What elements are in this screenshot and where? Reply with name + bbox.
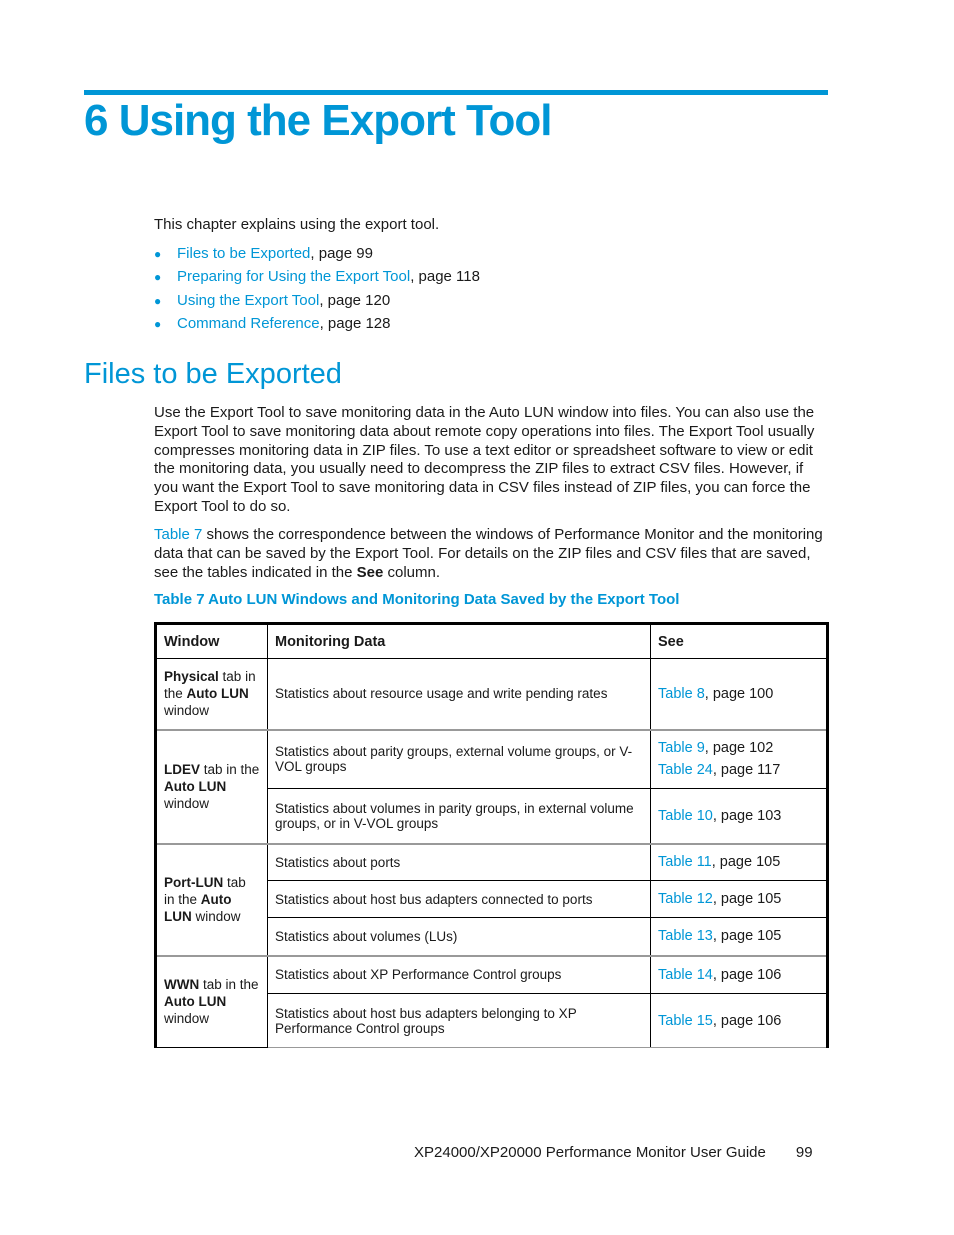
see-reference: Table 12, page 105 bbox=[658, 888, 819, 910]
table-row: LDEV tab in the Auto LUN window Statistic… bbox=[155, 728, 828, 844]
see-cell: Table 14, page 106 bbox=[650, 954, 828, 994]
monitoring-data-cell: Statistics about resource usage and writ… bbox=[267, 658, 651, 730]
bullet-icon: ● bbox=[154, 270, 162, 285]
see-reference: Table 11, page 105 bbox=[658, 851, 819, 873]
toc-item: ● Files to be Exported, page 99 bbox=[154, 244, 480, 267]
page-number: 99 bbox=[795, 1144, 813, 1161]
page-ref: , page 106 bbox=[712, 966, 782, 983]
chapter-title: 6 Using the Export Tool bbox=[84, 96, 553, 145]
page-ref: , page 105 bbox=[711, 854, 781, 871]
chapter-intro: This chapter explains using the export t… bbox=[154, 216, 440, 233]
monitoring-data-cell: Statistics about host bus adapters belon… bbox=[267, 993, 651, 1048]
table-link[interactable]: Table 24 bbox=[658, 762, 713, 778]
see-cell: Table 8, page 100 bbox=[650, 658, 828, 730]
window-cell: WWN tab in the Auto LUN window bbox=[155, 954, 268, 1048]
page-ref: , page 100 bbox=[704, 685, 774, 702]
see-cell: Table 11, page 105 bbox=[650, 842, 828, 881]
toc-link[interactable]: Files to be Exported bbox=[177, 245, 310, 262]
toc-page: , page 128 bbox=[319, 314, 391, 332]
table-link[interactable]: Table 12 bbox=[658, 891, 713, 907]
toc-item: ● Command Reference, page 128 bbox=[154, 314, 480, 337]
toc-link[interactable]: Using the Export Tool bbox=[177, 292, 319, 309]
see-cell: Table 9, page 102 Table 24, page 117 bbox=[650, 728, 828, 789]
chapter-toc: ● Files to be Exported, page 99 ● Preparin… bbox=[154, 244, 480, 337]
see-cell: Table 15, page 106 bbox=[650, 993, 828, 1048]
table-header-row: Window Monitoring Data See bbox=[155, 623, 828, 659]
see-reference: Table 15, page 106 bbox=[658, 1010, 819, 1032]
bullet-icon: ● bbox=[154, 316, 162, 331]
table-link[interactable]: Table 14 bbox=[658, 967, 713, 983]
page-ref: , page 117 bbox=[712, 762, 781, 779]
monitoring-data-cell: Statistics about XP Performance Control … bbox=[267, 954, 651, 994]
section-paragraph: Table 7 shows the correspondence between… bbox=[154, 526, 823, 581]
page-ref: , page 106 bbox=[712, 1012, 782, 1029]
see-reference: Table 24, page 117 bbox=[658, 759, 819, 781]
export-data-table: Window Monitoring Data See Physical tab … bbox=[154, 622, 829, 1048]
section-paragraph: Use the Export Tool to save monitoring d… bbox=[154, 404, 815, 515]
see-reference: Table 13, page 105 bbox=[658, 925, 819, 947]
monitoring-data-cell: Statistics about volumes (LUs) bbox=[267, 917, 651, 956]
toc-link[interactable]: Command Reference bbox=[177, 315, 320, 332]
see-reference: Table 8, page 100 bbox=[658, 683, 819, 705]
table-link[interactable]: Table 11 bbox=[658, 854, 712, 870]
bullet-icon: ● bbox=[154, 247, 162, 261]
window-cell: Port-LUN tab in the Auto LUN window bbox=[155, 842, 268, 956]
monitoring-data-cell: Statistics about volumes in parity group… bbox=[267, 788, 651, 844]
footer-title: XP24000/XP20000 Performance Monitor User… bbox=[414, 1144, 766, 1161]
toc-link[interactable]: Preparing for Using the Export Tool bbox=[177, 268, 410, 285]
table-link[interactable]: Table 13 bbox=[658, 928, 713, 944]
table-row: Port-LUN tab in the Auto LUN window Stati… bbox=[155, 842, 828, 956]
see-cell: Table 10, page 103 bbox=[650, 788, 828, 844]
toc-item: ● Preparing for Using the Export Tool, pa… bbox=[154, 267, 480, 290]
table-link[interactable]: Table 9 bbox=[658, 740, 705, 756]
toc-page: , page 120 bbox=[319, 291, 391, 309]
monitoring-data-cell: Statistics about ports bbox=[267, 842, 651, 881]
see-cell: Table 12, page 105 bbox=[650, 880, 828, 918]
see-reference: Table 9, page 102 bbox=[658, 737, 819, 759]
monitoring-data-cell: Statistics about host bus adapters conne… bbox=[267, 880, 651, 918]
monitoring-data-cell: Statistics about parity groups, external… bbox=[267, 728, 651, 789]
toc-item: ● Using the Export Tool, page 120 bbox=[154, 291, 480, 314]
column-header: Window bbox=[155, 623, 268, 659]
table-link[interactable]: Table 15 bbox=[658, 1013, 713, 1029]
page-ref: , page 102 bbox=[704, 740, 774, 757]
window-cell: LDEV tab in the Auto LUN window bbox=[155, 728, 268, 844]
table-link[interactable]: Table 10 bbox=[658, 808, 713, 824]
table-row: Physical tab in the Auto LUN window Stati… bbox=[155, 658, 828, 730]
table-reference-link[interactable]: Table 7 bbox=[154, 526, 202, 543]
window-cell: Physical tab in the Auto LUN window bbox=[155, 658, 268, 730]
table-caption: Table 7 Auto LUN Windows and Monitoring … bbox=[154, 591, 680, 608]
column-header: See bbox=[650, 623, 828, 659]
page-ref: , page 103 bbox=[712, 807, 782, 824]
see-reference: Table 14, page 106 bbox=[658, 964, 819, 986]
see-cell: Table 13, page 105 bbox=[650, 917, 828, 956]
section-title: Files to be Exported bbox=[84, 358, 342, 390]
bullet-icon: ● bbox=[154, 293, 162, 308]
toc-page: , page 99 bbox=[310, 245, 373, 262]
toc-page: , page 118 bbox=[410, 268, 480, 286]
table-row: WWN tab in the Auto LUN window Statistics… bbox=[155, 954, 828, 1048]
chapter-rule bbox=[84, 90, 828, 95]
page-ref: , page 105 bbox=[712, 891, 782, 907]
page-ref: , page 105 bbox=[712, 928, 782, 945]
page-footer: XP24000/XP20000 Performance Monitor User… bbox=[414, 1144, 813, 1161]
column-header: Monitoring Data bbox=[267, 623, 651, 659]
see-reference: Table 10, page 103 bbox=[658, 805, 819, 827]
table-link[interactable]: Table 8 bbox=[658, 686, 705, 702]
